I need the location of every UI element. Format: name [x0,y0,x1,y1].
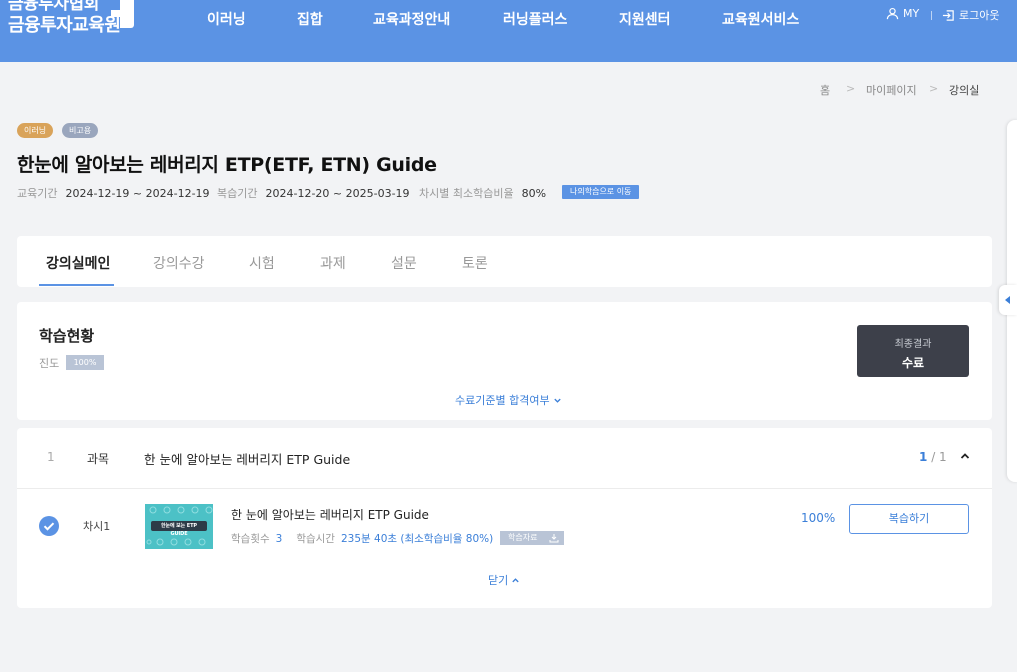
logo-line1: 금융투자협회 [8,0,99,14]
side-panel-toggle[interactable] [999,285,1017,315]
criteria-link-label: 수료기준별 합격여부 [455,394,550,407]
tab-survey[interactable]: 설문 [391,253,417,273]
session-label: 차시1 [83,520,111,533]
session-count-current: 1 [919,450,928,464]
study-count-value: 3 [275,533,283,545]
logout-icon [942,9,954,21]
study-material-button[interactable]: 학습자료 [500,531,564,545]
nav-item-courses[interactable]: 교육과정안내 [373,9,450,29]
review-period: 복습기간 2024-12-20 ~ 2025-03-19 [217,185,410,201]
download-icon [549,534,559,543]
min-rate-value: 80% [521,187,547,200]
tab-assignment[interactable]: 과제 [320,253,346,273]
tabs-bar: 강의실메인 강의수강 시험 과제 설문 토론 [17,236,992,287]
session-title: 한 눈에 알아보는 레버리지 ETP Guide [231,508,429,522]
breadcrumb-mypage[interactable]: 마이페이지 [866,82,917,98]
logo-line2: 금융투자교육원 [8,15,121,36]
session-count-total: / 1 [931,450,947,464]
nav-item-offline[interactable]: 집합 [297,9,323,29]
period-value: 2024-12-19 ~ 2024-12-19 [65,187,210,200]
util-divider [931,11,932,20]
site-logo[interactable]: 금융투자협회 금융투자교육원 [8,0,121,36]
study-material-label: 학습자료 [508,533,538,542]
study-time-label: 학습시간 [296,533,335,545]
subject-title: 한 눈에 알아보는 레버리지 ETP Guide [144,452,351,467]
subject-session-count: 1 / 1 [919,450,947,464]
nav-item-services[interactable]: 교육원서비스 [722,9,799,29]
final-result-value: 수료 [901,356,925,370]
review-value: 2024-12-20 ~ 2025-03-19 [265,187,410,200]
nav-item-elearning[interactable]: 이러닝 [207,9,246,29]
tab-exam[interactable]: 시험 [249,253,275,273]
close-session-list-link[interactable]: 닫기 [488,572,520,588]
nav-item-support[interactable]: 지원센터 [619,9,671,29]
logout-label: 로그아웃 [959,9,1000,22]
breadcrumb-chevron-icon: > [929,82,939,95]
top-header: 금융투자협회 금융투자교육원 이러닝 집합 교육과정안내 러닝플러스 지원센터 … [0,0,1017,62]
progress-badge: 100% [66,355,104,370]
my-link[interactable]: MY [886,7,919,20]
session-progress-percent: 100% [801,511,836,525]
min-study-rate: 차시별 최소학습비율 80% [419,185,546,201]
breadcrumb-home[interactable]: 홈 [820,82,830,98]
review-button[interactable]: 복습하기 [849,504,969,534]
logout-link[interactable]: 로그아웃 [942,7,999,23]
tab-lecture[interactable]: 강의수강 [153,253,205,273]
status-title: 학습현황 [39,327,95,345]
badge-elearning: 이러닝 [17,123,54,138]
completed-check-icon [39,516,59,536]
study-status-card: 학습현황 진도 100% 최종결과 수료 수료기준별 합격여부 [17,302,992,420]
chevron-down-icon [553,398,561,403]
progress-label: 진도 [39,357,60,370]
go-my-learning-button[interactable]: 나의학습으로 이동 [562,185,640,199]
subject-list-card: 1 과목 한 눈에 알아보는 레버리지 ETP Guide 1 / 1 차시1 … [17,428,992,608]
user-icon [886,7,899,20]
final-result-box: 최종결과 수료 [857,325,969,377]
badge-non-employment: 비고용 [62,123,99,138]
final-result-label: 최종결과 [894,339,932,350]
nav-item-learning-plus[interactable]: 러닝플러스 [503,9,567,29]
breadcrumb-classroom: 강의실 [949,84,980,97]
education-period: 교육기간 2024-12-19 ~ 2024-12-19 [17,185,210,201]
session-meta: 학습횟수 3 학습시간 235분 40초 (최소학습비율 80%) [231,531,507,546]
tab-discussion[interactable]: 토론 [462,253,488,273]
breadcrumb-chevron-icon: > [846,82,856,95]
study-time-value: 235분 40초 (최소학습비율 80%) [340,533,494,545]
criteria-toggle-link[interactable]: 수료기준별 합격여부 [455,392,562,408]
my-label: MY [903,7,920,20]
chevron-up-icon[interactable] [959,450,971,462]
thumbnail-text: 한눈에 보는 ETP GUIDE [161,523,197,537]
subject-type: 과목 [87,452,110,466]
review-label: 복습기간 [217,187,258,200]
chevron-up-icon [512,577,519,582]
logo-mark-icon [111,0,134,28]
study-count-label: 학습횟수 [231,533,270,545]
close-label: 닫기 [488,574,509,587]
active-tab-indicator [39,284,114,286]
course-title: 한눈에 알아보는 레버리지 ETP(ETF, ETN) Guide [17,154,437,176]
min-rate-label: 차시별 최소학습비율 [419,187,514,200]
subject-number: 1 [47,450,55,464]
period-label: 교육기간 [17,187,58,200]
row-divider [17,488,992,489]
tab-main[interactable]: 강의실메인 [46,253,110,273]
session-thumbnail[interactable]: 한눈에 보는 ETP GUIDE [145,504,213,549]
